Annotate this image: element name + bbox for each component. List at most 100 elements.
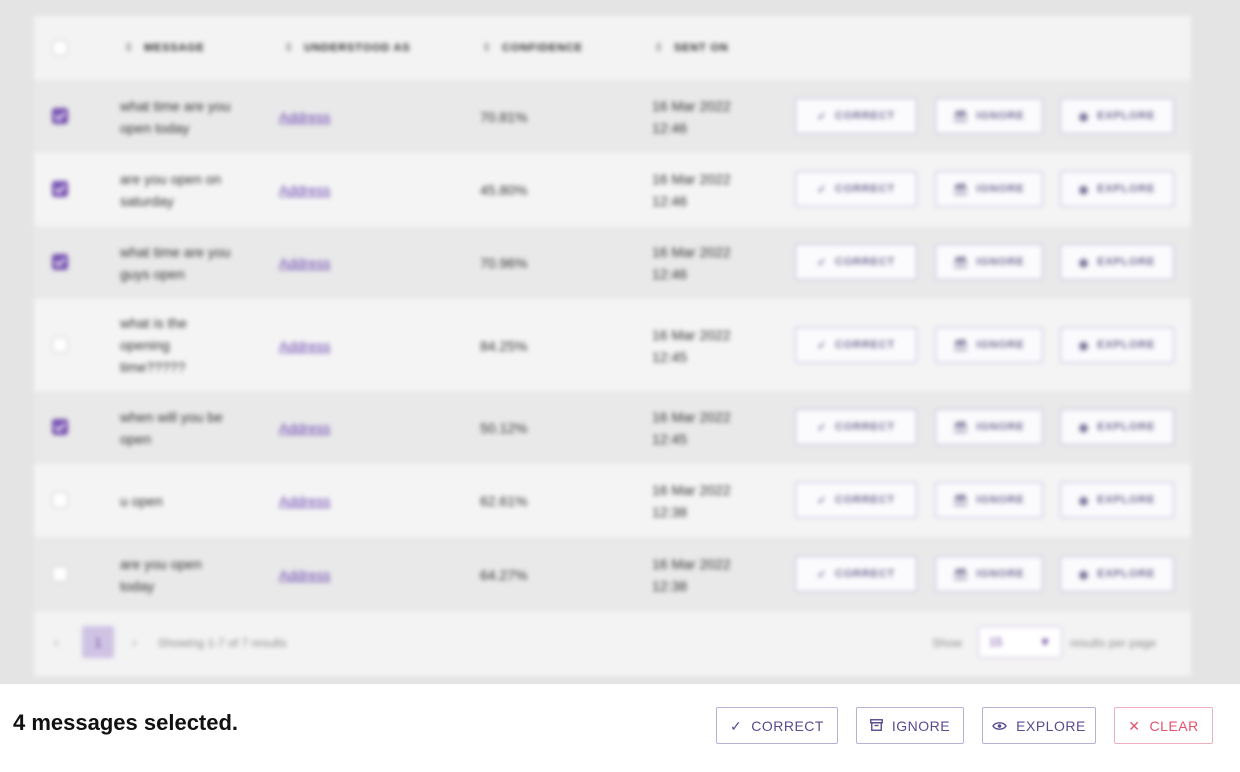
row-checkbox[interactable] [52,419,68,435]
row-checkbox[interactable] [52,254,68,270]
row-ignore-button[interactable]: 🗃 IGNORE [935,98,1043,134]
message-text: are you open today [120,556,202,594]
eye-icon: ◉ [1078,421,1090,434]
row-checkbox[interactable] [52,181,68,197]
intent-link[interactable]: Address [279,335,330,357]
row-ignore-button[interactable]: 🗃 IGNORE [935,244,1043,280]
row-correct-button[interactable]: ✓ CORRECT [795,409,917,445]
bulk-ignore-button[interactable]: IGNORE [856,707,964,744]
row-ignore-button[interactable]: 🗃 IGNORE [935,171,1043,207]
header-understood-as-label: UNDERSTOOD AS [304,42,411,54]
archive-icon: 🗃 [953,421,969,434]
row-explore-label: EXPLORE [1097,339,1156,351]
prev-page-icon[interactable]: ‹ [54,634,59,650]
row-explore-button[interactable]: ◉ EXPLORE [1060,98,1174,134]
sent-on-value: 16 Mar 2022 12:45 [652,409,731,447]
sent-on-value: 16 Mar 2022 12:45 [652,327,731,365]
clear-selection-button[interactable]: ✕ CLEAR [1114,707,1213,744]
intent-link[interactable]: Address [279,179,330,201]
message-text: are you open on saturday [120,171,222,209]
row-correct-label: CORRECT [835,256,896,268]
eye-icon [992,719,1007,733]
row-explore-button[interactable]: ◉ EXPLORE [1060,482,1174,518]
header-sent-on[interactable]: ⇕ SENT ON [654,41,729,54]
per-page-select[interactable]: 15 ▼ [978,626,1062,658]
next-page-icon[interactable]: › [132,634,137,650]
sent-on-value: 16 Mar 2022 12:46 [652,171,731,209]
row-explore-label: EXPLORE [1097,110,1156,122]
archive-icon [869,718,883,733]
check-icon: ✓ [730,717,743,734]
row-ignore-button[interactable]: 🗃 IGNORE [935,327,1043,363]
header-confidence[interactable]: ⇕ CONFIDENCE [482,41,583,54]
per-page-value: 15 [989,635,1003,649]
sort-icon: ⇕ [482,42,493,54]
row-correct-button[interactable]: ✓ CORRECT [795,244,917,280]
table-row: when will you be open Address 50.12% 16 … [34,391,1191,465]
select-all-checkbox[interactable] [52,40,68,56]
row-checkbox[interactable] [52,337,68,353]
message-text: u open [120,493,163,509]
check-icon: ✓ [816,110,828,123]
selection-count-text: 4 messages selected. [13,710,239,735]
check-icon: ✓ [816,256,828,269]
row-explore-button[interactable]: ◉ EXPLORE [1060,327,1174,363]
row-correct-label: CORRECT [835,339,896,351]
intent-link[interactable]: Address [279,564,330,586]
messages-table: ⇕ MESSAGE ⇕ UNDERSTOOD AS ⇕ CONFIDENCE ⇕ SEN… [34,16,1191,676]
per-page-suffix: results per page [1070,636,1157,650]
header-understood-as[interactable]: ⇕ UNDERSTOOD AS [284,41,410,54]
sent-on-value: 16 Mar 2022 12:38 [652,482,731,520]
eye-icon: ◉ [1078,256,1090,269]
bulk-ignore-label: IGNORE [891,717,951,734]
row-correct-button[interactable]: ✓ CORRECT [795,482,917,518]
eye-icon: ◉ [1078,183,1090,196]
row-ignore-label: IGNORE [976,183,1025,195]
table-row: are you open on saturday Address 45.80% … [34,153,1191,227]
intent-link[interactable]: Address [279,490,330,512]
table-header: ⇕ MESSAGE ⇕ UNDERSTOOD AS ⇕ CONFIDENCE ⇕ SEN… [34,16,1191,81]
intent-link[interactable]: Address [279,252,330,274]
check-icon: ✓ [816,339,828,352]
row-checkbox[interactable] [52,492,68,508]
row-checkbox[interactable] [52,566,68,582]
sent-on-value: 16 Mar 2022 12:38 [652,556,731,594]
row-correct-button[interactable]: ✓ CORRECT [795,327,917,363]
row-correct-button[interactable]: ✓ CORRECT [795,98,917,134]
show-label: Show [932,636,963,650]
row-ignore-label: IGNORE [976,256,1025,268]
row-ignore-button[interactable]: 🗃 IGNORE [935,556,1043,592]
sort-icon: ⇕ [284,42,295,54]
intent-link[interactable]: Address [279,106,330,128]
row-explore-button[interactable]: ◉ EXPLORE [1060,171,1174,207]
message-text: what time are you guys open [120,244,231,282]
message-text: what is the opening time????? [120,315,187,375]
confidence-value: 84.25% [480,338,528,354]
row-correct-button[interactable]: ✓ CORRECT [795,556,917,592]
page-button-current[interactable]: 1 [82,626,114,658]
row-explore-button[interactable]: ◉ EXPLORE [1060,244,1174,280]
row-correct-label: CORRECT [835,421,896,433]
row-explore-label: EXPLORE [1097,494,1156,506]
row-explore-button[interactable]: ◉ EXPLORE [1060,409,1174,445]
check-icon: ✓ [816,494,828,507]
row-correct-label: CORRECT [835,110,896,122]
row-correct-button[interactable]: ✓ CORRECT [795,171,917,207]
row-checkbox[interactable] [52,108,68,124]
row-ignore-label: IGNORE [976,110,1025,122]
header-message[interactable]: ⇕ MESSAGE [124,41,205,54]
table-row: what time are you guys open Address 70.9… [34,226,1191,300]
bulk-explore-label: EXPLORE [1016,717,1086,734]
check-icon: ✓ [816,421,828,434]
row-ignore-button[interactable]: 🗃 IGNORE [935,409,1043,445]
bulk-correct-button[interactable]: ✓ CORRECT [716,707,838,744]
bulk-explore-button[interactable]: EXPLORE [982,707,1096,744]
row-ignore-button[interactable]: 🗃 IGNORE [935,482,1043,518]
row-explore-button[interactable]: ◉ EXPLORE [1060,556,1174,592]
sort-icon: ⇕ [124,42,135,54]
intent-link[interactable]: Address [279,417,330,439]
header-confidence-label: CONFIDENCE [502,42,583,54]
message-text: when will you be open [120,409,223,447]
clear-selection-label: CLEAR [1149,717,1199,734]
table-row: what time are you open today Address 70.… [34,80,1191,154]
